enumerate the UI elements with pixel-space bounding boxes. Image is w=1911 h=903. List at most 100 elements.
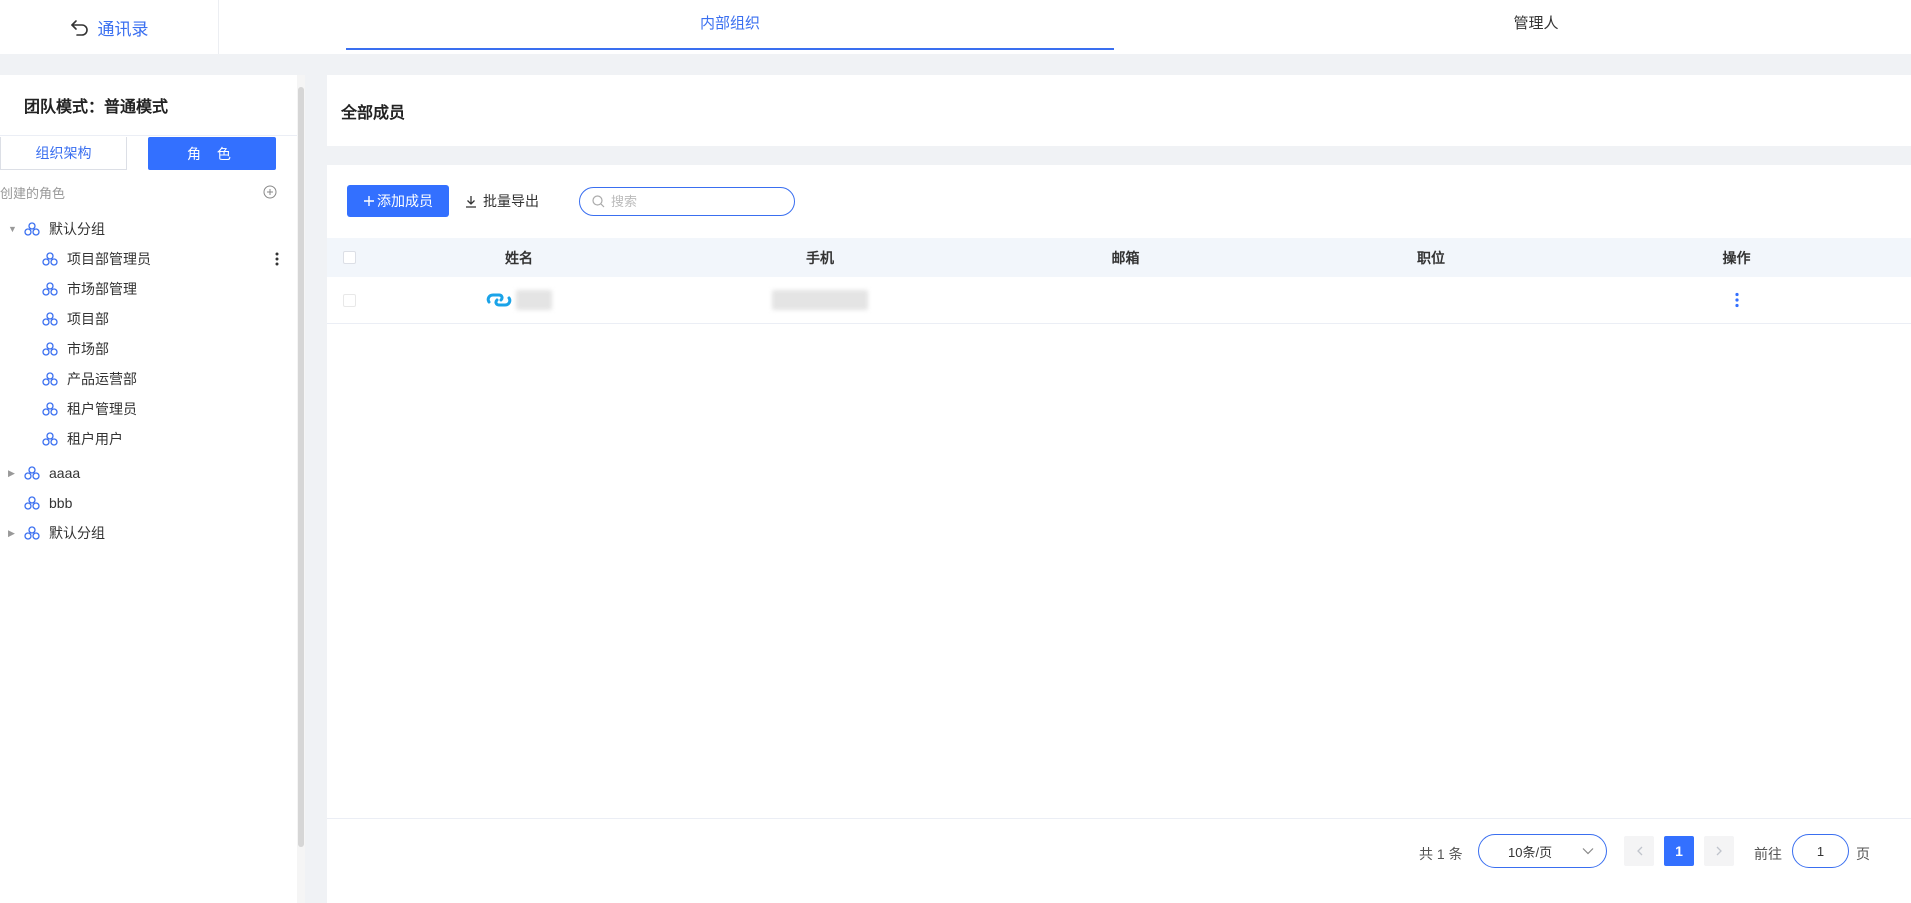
tree-group-default-2[interactable]: ▶ 默认分组 bbox=[0, 518, 305, 548]
tree-item-label: 项目部 bbox=[67, 311, 109, 327]
role-icon bbox=[42, 342, 58, 356]
top-bar: 通讯录 内部组织 管理人 bbox=[0, 0, 1911, 54]
caret-right-icon[interactable]: ▶ bbox=[8, 468, 18, 479]
select-all-checkbox[interactable] bbox=[342, 251, 356, 264]
search-input[interactable] bbox=[611, 193, 771, 209]
goto-page-input[interactable] bbox=[1792, 834, 1849, 868]
toolbar: 添加成员 批量导出 bbox=[347, 185, 795, 217]
table-header: 姓名 手机 邮箱 职位 操作 bbox=[327, 238, 1911, 277]
role-tree: ▼ 默认分组 项目部管理员 市场部管理 项目部 市场部 产品运营部 租户管理员 … bbox=[0, 214, 305, 548]
tree-group-label: 默认分组 bbox=[49, 221, 105, 237]
chevron-left-icon bbox=[1636, 846, 1643, 856]
pagination-total: 共 1 条 bbox=[1419, 846, 1463, 862]
role-icon bbox=[42, 312, 58, 326]
add-role-icon[interactable] bbox=[263, 185, 277, 199]
pagination: 共 1 条 10条/页 1 前往 页 bbox=[327, 818, 1911, 903]
search-icon bbox=[592, 194, 605, 208]
tab-label: 内部组织 bbox=[699, 15, 760, 32]
column-header-name: 姓名 bbox=[505, 249, 533, 266]
sidebar: 团队模式：普通模式 组织架构 角 色 创建的角色 ▼ 默认分组 项目部管理员 市… bbox=[0, 75, 305, 903]
goto-label: 前往 bbox=[1754, 846, 1782, 862]
caret-down-icon[interactable]: ▼ bbox=[8, 224, 18, 234]
member-avatar-logo-icon bbox=[486, 289, 512, 311]
members-panel: 添加成员 批量导出 姓名 手机 邮箱 职位 操作 bbox=[327, 165, 1911, 903]
back-to-contacts-link[interactable]: 通讯录 bbox=[0, 0, 219, 54]
add-member-button[interactable]: 添加成员 bbox=[347, 185, 449, 217]
tree-item-role[interactable]: 产品运营部 bbox=[0, 364, 305, 394]
role-group-icon bbox=[24, 496, 40, 510]
tree-item-role[interactable]: 项目部 bbox=[0, 304, 305, 334]
tree-group-label: bbb bbox=[49, 495, 73, 511]
member-name-redacted bbox=[516, 290, 552, 310]
page-suffix-label: 页 bbox=[1856, 846, 1870, 862]
tab-internal-organization[interactable]: 内部组织 bbox=[346, 0, 1114, 54]
caret-right-icon[interactable]: ▶ bbox=[8, 528, 18, 539]
tab-org-structure[interactable]: 组织架构 bbox=[0, 137, 127, 170]
row-actions-cell bbox=[1584, 292, 1889, 308]
tree-item-role[interactable]: 市场部管理 bbox=[0, 274, 305, 304]
role-icon bbox=[42, 252, 58, 266]
column-header-email: 邮箱 bbox=[1111, 249, 1140, 266]
tree-item-role[interactable]: 租户管理员 bbox=[0, 394, 305, 424]
add-member-label: 添加成员 bbox=[377, 193, 433, 209]
role-icon bbox=[42, 282, 58, 296]
row-select-cell bbox=[327, 293, 371, 307]
tab-label: 管理人 bbox=[1513, 15, 1559, 32]
tree-group-bbb[interactable]: ▶ bbb bbox=[0, 488, 305, 518]
tree-item-role[interactable]: 项目部管理员 bbox=[0, 244, 305, 274]
created-roles-section: 创建的角色 bbox=[0, 170, 305, 214]
sidebar-tabs: 组织架构 角 色 bbox=[0, 137, 305, 170]
more-vertical-icon[interactable] bbox=[275, 252, 279, 266]
member-name-cell bbox=[371, 289, 667, 311]
tree-item-label: 市场部 bbox=[67, 341, 109, 357]
tree-item-label: 市场部管理 bbox=[67, 281, 137, 297]
page-button-current[interactable]: 1 bbox=[1664, 836, 1694, 866]
tab-roles[interactable]: 角 色 bbox=[148, 137, 276, 170]
back-link-label: 通讯录 bbox=[97, 19, 149, 39]
batch-export-button[interactable]: 批量导出 bbox=[465, 191, 539, 211]
tree-group-aaaa[interactable]: ▶ aaaa bbox=[0, 458, 305, 488]
team-mode-title: 团队模式：普通模式 bbox=[0, 75, 305, 136]
tree-item-label: 产品运营部 bbox=[67, 371, 137, 387]
role-icon bbox=[42, 402, 58, 416]
tree-group-label: aaaa bbox=[49, 465, 81, 481]
members-table: 姓名 手机 邮箱 职位 操作 bbox=[327, 238, 1911, 324]
next-page-button[interactable] bbox=[1704, 836, 1734, 866]
role-icon bbox=[42, 432, 58, 446]
prev-page-button[interactable] bbox=[1624, 836, 1654, 866]
tree-item-role[interactable]: 租户用户 bbox=[0, 424, 305, 454]
more-vertical-icon[interactable] bbox=[1734, 292, 1739, 308]
chevron-right-icon bbox=[1716, 846, 1723, 856]
column-header-phone: 手机 bbox=[806, 249, 834, 266]
undo-arrow-icon bbox=[70, 18, 90, 36]
tree-group-label: 默认分组 bbox=[49, 525, 105, 541]
role-group-icon bbox=[24, 466, 40, 480]
table-row[interactable] bbox=[327, 277, 1911, 324]
tree-item-role[interactable]: 市场部 bbox=[0, 334, 305, 364]
sidebar-scrollbar[interactable] bbox=[297, 75, 305, 903]
role-group-icon bbox=[24, 222, 40, 236]
column-header-actions: 操作 bbox=[1722, 249, 1751, 266]
role-group-icon bbox=[24, 526, 40, 540]
batch-export-label: 批量导出 bbox=[483, 193, 539, 209]
scrollbar-thumb[interactable] bbox=[298, 87, 304, 847]
search-field[interactable] bbox=[579, 186, 795, 216]
select-all-cell bbox=[327, 251, 371, 264]
tree-item-label: 租户管理员 bbox=[67, 401, 137, 417]
column-header-position: 职位 bbox=[1417, 249, 1445, 266]
member-phone-cell bbox=[667, 290, 973, 310]
page-size-select[interactable]: 10条/页 bbox=[1478, 834, 1607, 868]
download-icon bbox=[465, 195, 477, 208]
plus-icon bbox=[363, 195, 375, 207]
page-title: 全部成员 bbox=[327, 75, 1911, 146]
page-size-value: 10条/页 bbox=[1508, 844, 1553, 860]
created-roles-label: 创建的角色 bbox=[0, 185, 66, 201]
tab-managers[interactable]: 管理人 bbox=[1152, 0, 1911, 54]
chevron-down-icon bbox=[1582, 847, 1594, 855]
tree-group-default[interactable]: ▼ 默认分组 bbox=[0, 214, 305, 244]
row-checkbox[interactable] bbox=[342, 293, 356, 307]
member-phone-redacted bbox=[772, 290, 868, 310]
role-icon bbox=[42, 372, 58, 386]
tree-item-label: 租户用户 bbox=[67, 431, 123, 447]
tree-item-label: 项目部管理员 bbox=[67, 251, 151, 267]
